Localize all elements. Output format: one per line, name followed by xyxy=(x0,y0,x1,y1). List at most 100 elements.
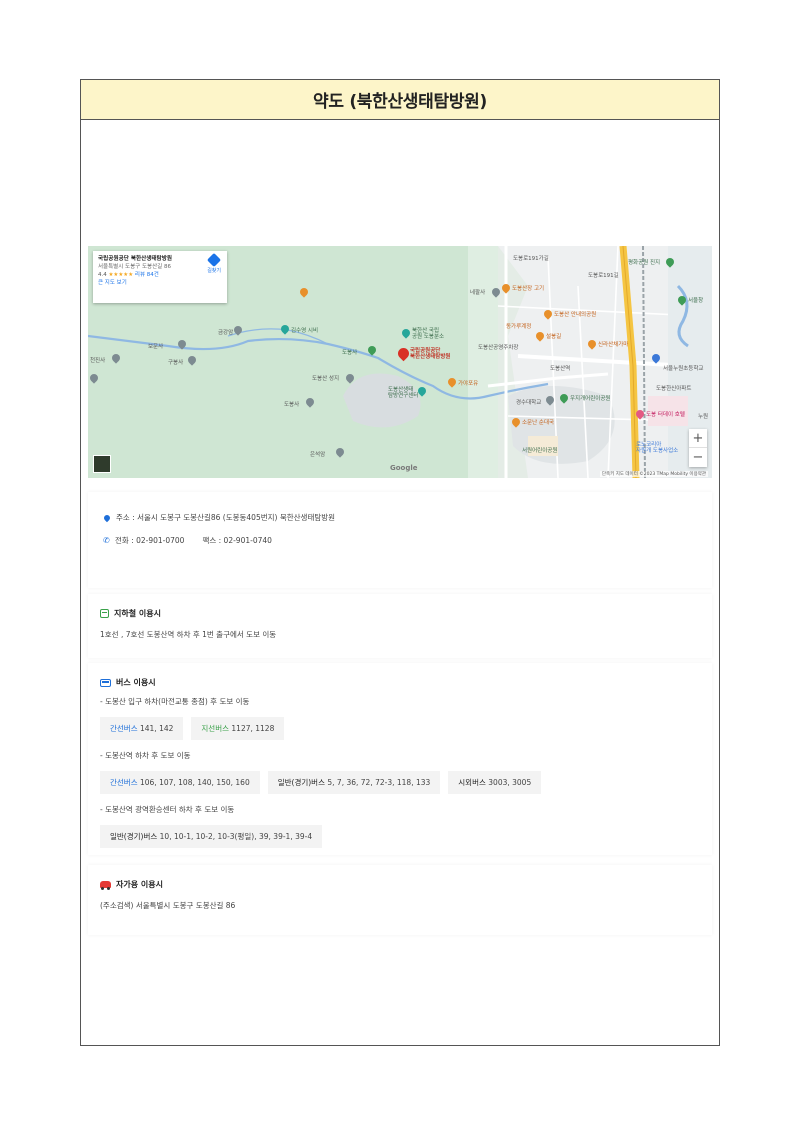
bus-route3-text: - 도봉산역 광역환승센터 하차 후 도보 이동 xyxy=(100,805,235,814)
subway-text: 1호선 , 7호선 도봉산역 하차 후 1번 출구에서 도보 이동 xyxy=(100,630,277,639)
car-text: (주소검색) 서울특별시 도봉구 도봉산길 86 xyxy=(100,901,236,910)
place-address: 서울특별시 도봉구 도봉산길 86 xyxy=(98,264,171,270)
map-label-seoul-nuri: 서울누원초등학교 xyxy=(663,366,704,372)
bus-route2-chips: 간선버스 106, 107, 108, 140, 150, 160 일반(경기)… xyxy=(100,771,700,794)
subway-section: 지하철 이용시 1호선 , 7호선 도봉산역 하차 후 1번 출구에서 도보 이… xyxy=(88,594,712,658)
map-label-cafe: 설봉길 xyxy=(546,334,562,340)
map-label-park-office: 북한산 국립 공원 도봉분소 xyxy=(412,328,445,340)
map-label-pyeonghwa: 평화공원 진지 xyxy=(628,260,661,266)
bus-numbers: 1127, 1128 xyxy=(229,724,275,733)
place-info-card[interactable]: 국립공원공단 북한산생태탐방원 서울특별시 도봉구 도봉산길 86 4.4 ★★… xyxy=(93,251,227,303)
bus-numbers: 106, 107, 108, 140, 150, 160 xyxy=(137,778,250,787)
bus-chip: 일반(경기)버스 10, 10-1, 10-2, 10-3(평일), 39, 3… xyxy=(100,825,323,848)
map-label-road2: 도봉로191길 xyxy=(588,273,619,279)
phone-text: 전화 : 02-901-0700 xyxy=(115,536,185,545)
phone-icon: ✆ xyxy=(103,536,110,545)
fax-text: 팩스 : 02-901-0740 xyxy=(202,536,272,545)
directions-icon xyxy=(207,252,222,268)
title-bar: 약도 (북한산생태탐방원) xyxy=(81,80,719,120)
larger-map-link[interactable]: 큰 지도 보기 xyxy=(98,279,222,287)
map-view[interactable]: 국립공원공단 북한산생태탐방원 북한산 국립 공원 도봉분소 도봉로191가길 … xyxy=(88,246,712,478)
place-rating-row: 4.4 ★★★★★ 리뷰 84건 xyxy=(98,271,222,279)
bus-numbers: 10, 10-1, 10-2, 10-3(평일), 39, 39-1, 39-4 xyxy=(157,832,313,841)
address-section: 주소 : 서울시 도봉구 도봉산길86 (도봉동405번지) 북한산생태탐방원 … xyxy=(88,492,712,588)
satellite-toggle-button[interactable] xyxy=(93,455,111,473)
map-label-hotel: 도봉 터데이 호텔 xyxy=(646,412,685,418)
bus-type-label: 일반(경기)버스 xyxy=(110,832,158,841)
page-title: 약도 (북한산생태탐방원) xyxy=(313,92,487,112)
bus-chip: 간선버스 106, 107, 108, 140, 150, 160 xyxy=(100,771,260,794)
map-label-gyeongsu: 경수대학교 xyxy=(516,400,542,406)
map-label-dobongsan-gil: 서원어린이공원 xyxy=(522,448,558,454)
subway-heading: 지하철 이용시 xyxy=(100,608,700,619)
map-label-kimsuyoung: 김수영 시비 xyxy=(291,328,319,334)
address-row: 주소 : 서울시 도봉구 도봉산길86 (도봉동405번지) 북한산생태탐방원 xyxy=(100,512,700,523)
bus-icon xyxy=(100,678,111,687)
map-label-road1: 도봉로191가길 xyxy=(513,256,549,262)
map-label-seoul-chang: 서울창 xyxy=(688,298,704,304)
subway-icon xyxy=(100,609,109,618)
zoom-in-button[interactable]: + xyxy=(689,429,707,448)
map-label-info-center: 도봉산 안내의공원 xyxy=(554,312,597,318)
car-section: 자가용 이용시 (주소검색) 서울특별시 도봉구 도봉산길 86 xyxy=(88,865,712,935)
bus-section: 버스 이용시 - 도봉산 입구 하차(마전교통 종점) 후 도보 이동 간선버스… xyxy=(88,663,712,855)
bus-numbers: 141, 142 xyxy=(137,724,174,733)
directions-button[interactable]: 길찾기 xyxy=(207,252,222,275)
bus-chip: 지선버스 1127, 1128 xyxy=(191,717,285,740)
directions-label: 길찾기 xyxy=(207,268,221,274)
bus-numbers: 3003, 3005 xyxy=(485,778,532,787)
map-label-station: 도봉산역 xyxy=(550,366,571,372)
zoom-control: + − xyxy=(689,429,707,467)
car-heading-text: 자가용 이용시 xyxy=(116,880,163,889)
map-label-mijin: 보문사 xyxy=(148,344,164,350)
map-label-forest-house: 동가루계정 xyxy=(506,324,532,330)
map-label-sodamsun: 소문난 순대국 xyxy=(522,420,555,426)
rating-value: 4.4 xyxy=(98,272,107,278)
map-label-main: 국립공원공단 북한산생태탐방원 xyxy=(410,348,451,360)
place-name: 국립공원공단 북한산생태탐방원 xyxy=(98,256,172,262)
map-label-manwolam: 도봉산 성지 xyxy=(312,376,340,382)
zoom-out-button[interactable]: − xyxy=(689,448,707,467)
map-label-apt: 도봉한신아파트 xyxy=(656,386,692,392)
bus-route3-chips: 일반(경기)버스 10, 10-1, 10-2, 10-3(평일), 39, 3… xyxy=(100,825,700,848)
map-label-dobong-sa: 도봉사 xyxy=(284,402,300,408)
reviews-link[interactable]: 리뷰 84건 xyxy=(135,272,159,278)
map-label-pension: 가야포유 xyxy=(458,381,479,387)
location-icon xyxy=(102,513,112,522)
google-logo: Google xyxy=(390,464,418,472)
map-attribution: 단축키 지도 데이터 ©2023 TMap Mobility 이용약관 xyxy=(599,471,708,477)
map-label-woojin: 우지개어린이공원 xyxy=(570,396,611,402)
map-label-nowon: 누원 xyxy=(698,414,709,420)
rating-stars-icon: ★★★★★ xyxy=(108,272,134,278)
map-label-eunseok: 은석암 xyxy=(310,452,326,458)
bus-numbers: 5, 7, 36, 72, 72-3, 118, 133 xyxy=(325,778,431,787)
address-text: 주소 : 서울시 도봉구 도봉산길86 (도봉동405번지) 북한산생태탐방원 xyxy=(116,513,336,522)
bus-route1-text: - 도봉산 입구 하차(마전교통 종점) 후 도보 이동 xyxy=(100,697,250,706)
bus-heading-text: 버스 이용시 xyxy=(116,678,156,687)
map-label-dobong-seo: 도봉사 xyxy=(342,350,358,356)
bus-heading: 버스 이용시 xyxy=(100,677,700,688)
map-label-dobong-gogi: 도봉산장 고기 xyxy=(512,286,545,292)
car-heading: 자가용 이용시 xyxy=(100,879,700,890)
map-label-dobong-park: 도봉산공영주차장 xyxy=(478,345,519,351)
bus-type-label: 지선버스 xyxy=(201,724,230,733)
car-icon xyxy=(100,881,111,890)
bus-type-label: 일반(경기)버스 xyxy=(277,778,325,787)
bus-chip: 일반(경기)버스 5, 7, 36, 72, 72-3, 118, 133 xyxy=(267,771,441,794)
bus-type-label: 간선버스 xyxy=(110,778,138,787)
map-label-guesthouse: 도봉산생태 탐방연구센터 xyxy=(388,387,419,399)
bus-route1-chips: 간선버스 141, 142 지선버스 1127, 1128 xyxy=(100,717,700,740)
map-label-daeseong: 천진사 xyxy=(90,358,106,364)
map-label-restaurant: 신라산채가마 xyxy=(598,342,629,348)
bus-route2-text: - 도봉산역 하차 후 도보 이동 xyxy=(100,751,191,760)
map-label-gugyeong: 구봉사 xyxy=(168,360,184,366)
subway-heading-text: 지하철 이용시 xyxy=(114,609,161,618)
map-label-nepal: 네팔사 xyxy=(470,290,486,296)
contact-row: ✆ 전화 : 02-901-0700 팩스 : 02-901-0740 xyxy=(100,535,700,546)
map-label-gwanumsa: 금강암 xyxy=(218,330,234,336)
bus-type-label: 시외버스 xyxy=(458,778,486,787)
bus-type-label: 간선버스 xyxy=(110,724,138,733)
bus-chip: 간선버스 141, 142 xyxy=(100,717,184,740)
map-label-bonggong: 로노코리아 자원개 도봉사업소 xyxy=(636,442,679,454)
page-frame: 약도 (북한산생태탐방원) 국립공원공단 북한산생태탐방원 북한산 국립 공원 … xyxy=(80,79,720,1046)
